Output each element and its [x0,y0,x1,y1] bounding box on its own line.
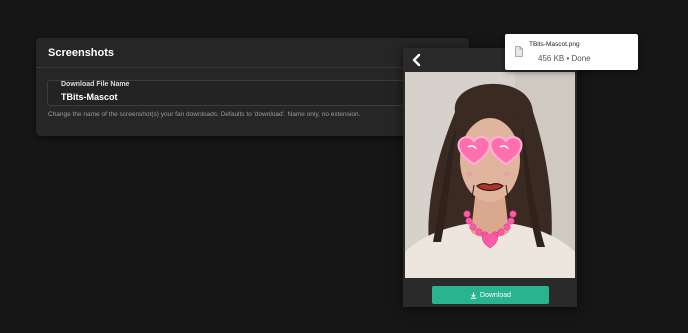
field-help-text: Change the name of the screenshot(s) you… [48,111,361,118]
chevron-left-icon[interactable] [410,53,424,67]
panel-title: Screenshots [48,46,115,59]
svg-text:///: /// [504,172,509,178]
phone-preview: /// /// Download [403,48,577,307]
downloaded-filename: TBits-Mascot.png [529,41,580,48]
download-toast[interactable]: TBits-Mascot.png 456 KB • Done [505,34,638,70]
download-button-label: Download [479,291,512,299]
screen: Screenshots Download File Name Change th… [0,0,688,333]
download-icon [470,292,477,299]
download-file-name-field[interactable]: Download File Name [47,80,405,106]
screenshot-photo: /// /// [405,72,575,278]
svg-text:///: /// [467,172,472,178]
download-button[interactable]: Download [432,286,549,304]
file-icon [515,44,523,57]
field-label: Download File Name [61,81,130,88]
download-file-name-input[interactable] [61,90,391,103]
download-status: 456 KB • Done [538,54,591,63]
